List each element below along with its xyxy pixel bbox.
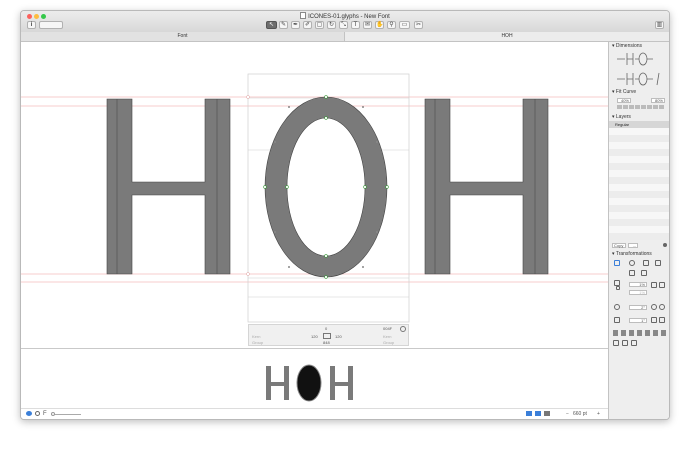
document-icon: [300, 12, 307, 19]
palette-panel: ▾ Dimensions ▾ Fit Curve 40% 80% ▾ Layer…: [608, 42, 669, 419]
fit-curve-title: Fit Curve: [615, 89, 637, 95]
align-buttons-row[interactable]: [613, 330, 667, 336]
layers-title: Layers: [615, 114, 631, 120]
zoom-size-value[interactable]: 660 pt: [573, 411, 587, 417]
knife-tool-button[interactable]: ✂: [414, 21, 423, 29]
group-left-label: Group: [252, 340, 264, 345]
chevron-down-icon[interactable]: ▾: [612, 89, 615, 95]
font-size-label: F: [43, 411, 47, 417]
select-tool-button[interactable]: ↖: [266, 21, 277, 29]
eye-icon[interactable]: [26, 411, 32, 416]
layer-item[interactable]: Regular: [609, 121, 669, 128]
unicode-label: 0: [325, 326, 328, 331]
layer-list: [609, 128, 669, 240]
align-center-icon[interactable]: [629, 260, 635, 266]
info-button[interactable]: i: [27, 21, 36, 29]
subtract-icon[interactable]: [622, 340, 628, 346]
kern-right-label: Kern: [383, 334, 392, 339]
transformations-title: Transformations: [615, 251, 652, 257]
pencil-tool-button[interactable]: ✐: [303, 21, 312, 29]
rsb-value[interactable]: 120: [335, 334, 342, 339]
slant-left-icon[interactable]: [651, 317, 657, 323]
rotate-tool-button[interactable]: ↻: [327, 21, 336, 29]
scale-up-icon[interactable]: [659, 282, 665, 288]
sidebar-toggle-button[interactable]: [39, 21, 63, 29]
align-right-icon[interactable]: [544, 411, 550, 416]
fit-curve-buttons[interactable]: [617, 105, 665, 109]
slant-field[interactable]: 1°: [629, 318, 647, 323]
scale-field-2[interactable]: 1%: [629, 290, 647, 295]
glyph-canvas: [21, 73, 608, 323]
hand-tool-button[interactable]: ✋: [375, 21, 384, 29]
title-bar: ICONES-01.glyphs - New Font i ↖ ✎ ✒ ✐ ▢ …: [21, 11, 669, 33]
dimensions-title: Dimensions: [615, 43, 643, 49]
primitives-tool-button[interactable]: ▢: [315, 21, 324, 29]
glyph-h-left[interactable]: [106, 98, 231, 275]
group-right-label: Group: [383, 340, 395, 345]
preview-area: [21, 348, 608, 409]
chevron-down-icon[interactable]: ▾: [612, 114, 615, 120]
text-tool-button[interactable]: T: [351, 21, 360, 29]
chevron-down-icon[interactable]: ▾: [612, 251, 615, 257]
fit-curve-max-field[interactable]: 80%: [651, 98, 665, 103]
intersect-icon[interactable]: [631, 340, 637, 346]
glyph-info-box: 0 004F Kern 120 120 Kern Group 848 Group: [248, 324, 409, 346]
zoom-out-button[interactable]: −: [566, 411, 569, 417]
scale-field[interactable]: 1%: [629, 282, 647, 287]
pen-tool-button[interactable]: ✒: [291, 21, 300, 29]
tab-font[interactable]: Font: [21, 32, 345, 41]
preview-text: [266, 364, 353, 402]
zoom-tool-button[interactable]: ⚲: [387, 21, 396, 29]
mirror-icon[interactable]: [655, 260, 661, 266]
lock-icon[interactable]: [616, 286, 620, 290]
dimensions-diagram: [617, 52, 660, 86]
code-label: 004F: [383, 326, 393, 331]
slant-right-icon[interactable]: [659, 317, 665, 323]
scale-down-icon[interactable]: [651, 282, 657, 288]
rotate-ccw-icon[interactable]: [651, 304, 657, 310]
rotate-cw-icon[interactable]: [659, 304, 665, 310]
lsb-value[interactable]: 120: [311, 334, 318, 339]
glyph-h-right[interactable]: [424, 98, 549, 275]
glyph-o-active[interactable]: [263, 95, 389, 279]
draw-tool-button[interactable]: ✎: [279, 21, 288, 29]
union-icon[interactable]: [613, 340, 619, 346]
chevron-down-icon[interactable]: ▾: [612, 43, 615, 49]
info-settings-icon[interactable]: [400, 326, 406, 332]
edit-canvas[interactable]: 0 004F Kern 120 120 Kern Group 848 Group: [21, 42, 608, 348]
tab-hoh[interactable]: HOH: [345, 32, 669, 41]
panel-toggle-button[interactable]: ▥: [655, 21, 664, 29]
rotate-field[interactable]: 2°: [629, 305, 647, 310]
fit-curve-min-field[interactable]: 40%: [617, 98, 631, 103]
layer-name: Regular: [615, 122, 630, 127]
gear-icon[interactable]: [663, 243, 667, 247]
paste-button[interactable]: ...: [628, 243, 638, 248]
measure-tool-button[interactable]: ▭: [399, 21, 410, 29]
main-window: ICONES-01.glyphs - New Font i ↖ ✎ ✒ ✐ ▢ …: [20, 10, 670, 420]
distribute-icon[interactable]: [643, 260, 649, 266]
preview-size-slider[interactable]: [51, 414, 81, 415]
kern-left-label: Kern: [252, 334, 261, 339]
direction-icon[interactable]: [526, 411, 532, 416]
rotate-icon[interactable]: [614, 304, 620, 310]
annotation-tool-button[interactable]: ✉: [363, 21, 372, 29]
width-value[interactable]: 848: [323, 340, 330, 345]
align-left-icon[interactable]: [535, 411, 541, 416]
color-icon[interactable]: [35, 411, 40, 416]
slant-icon[interactable]: [614, 317, 620, 323]
window-title: ICONES-01.glyphs - New Font: [308, 14, 390, 20]
zoom-in-button[interactable]: +: [597, 411, 600, 417]
align-grid-icon[interactable]: [629, 270, 635, 276]
link-metrics-icon[interactable]: [323, 333, 331, 339]
slider-knob[interactable]: [51, 412, 55, 416]
bottom-bar: F − 660 pt +: [21, 408, 608, 419]
align-vertical-icon[interactable]: [641, 270, 647, 276]
copy-button[interactable]: Copy: [612, 243, 626, 248]
scale-tool-button[interactable]: ⤡: [339, 21, 348, 29]
origin-grid-icon[interactable]: [614, 260, 620, 266]
tab-bar: Font HOH: [21, 32, 669, 42]
